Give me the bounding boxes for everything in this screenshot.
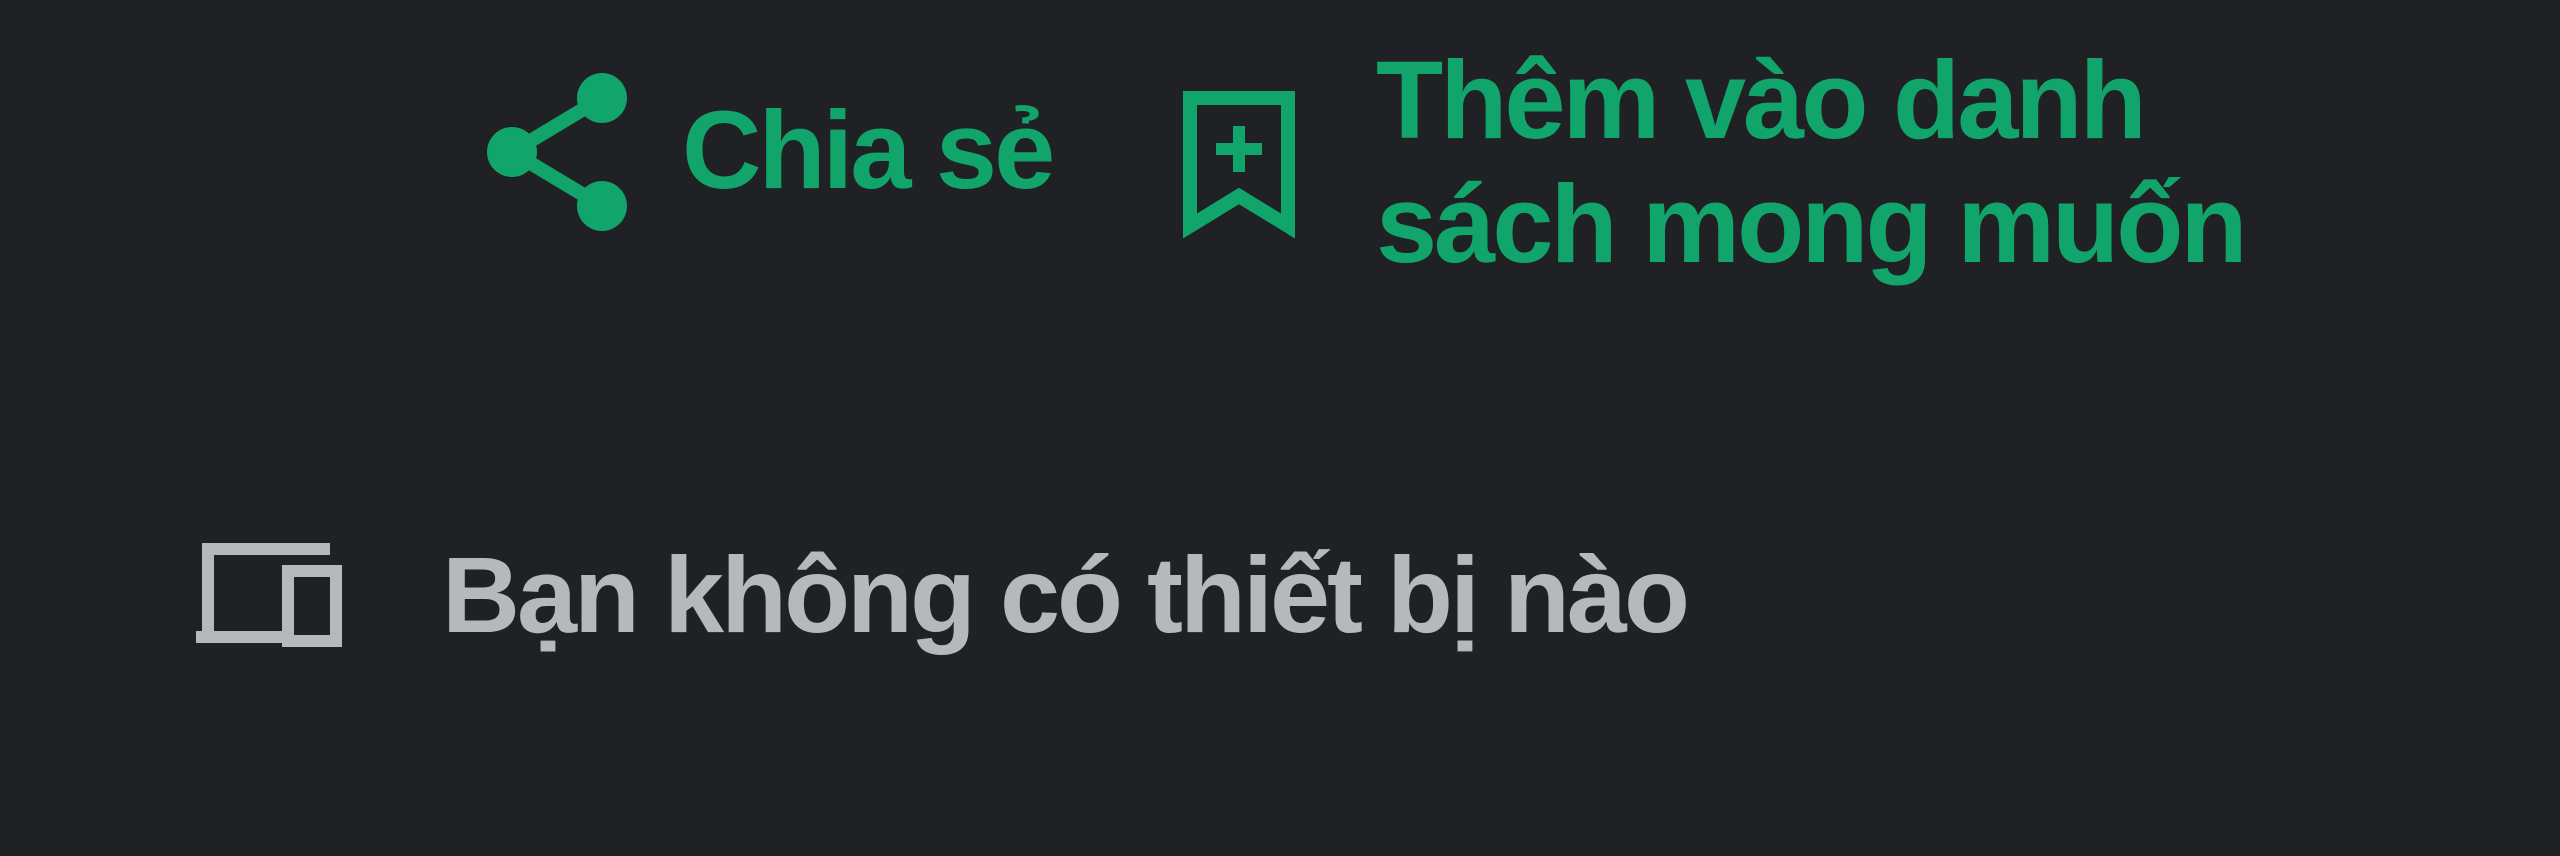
add-to-wishlist-label: Thêm vào danh sách mong muốn — [1376, 39, 2248, 286]
share-icon — [482, 68, 632, 234]
device-status: Bạn không có thiết bị nào — [196, 530, 1690, 660]
share-button[interactable]: Chia sẻ — [482, 68, 1055, 234]
bookmark-add-icon — [1180, 88, 1298, 238]
device-status-label: Bạn không có thiết bị nào — [442, 534, 1690, 655]
add-to-wishlist-button[interactable]: Thêm vào danh sách mong muốn — [1180, 38, 2296, 288]
devices-icon — [196, 535, 342, 655]
share-label: Chia sẻ — [682, 89, 1055, 212]
